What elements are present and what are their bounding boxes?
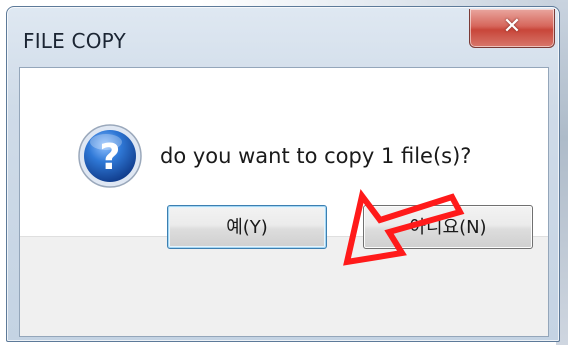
close-icon: ✕ xyxy=(502,14,522,39)
file-copy-dialog: FILE COPY ✕ ? do you want to copy 1 file… xyxy=(6,6,560,342)
close-button[interactable]: ✕ xyxy=(469,9,555,48)
dialog-title: FILE COPY xyxy=(23,29,126,53)
button-bar xyxy=(20,236,548,336)
title-bar[interactable]: FILE COPY ✕ xyxy=(7,7,559,67)
question-icon: ? xyxy=(78,124,142,188)
dialog-message: do you want to copy 1 file(s)? xyxy=(160,144,472,168)
svg-text:?: ? xyxy=(100,137,121,178)
dialog-body: ? do you want to copy 1 file(s)? xyxy=(19,67,549,337)
screen: FILE COPY ✕ ? do you want to copy 1 file… xyxy=(0,0,568,345)
no-button[interactable]: 아니요(N) xyxy=(363,205,533,249)
yes-button[interactable]: 예(Y) xyxy=(167,205,327,249)
